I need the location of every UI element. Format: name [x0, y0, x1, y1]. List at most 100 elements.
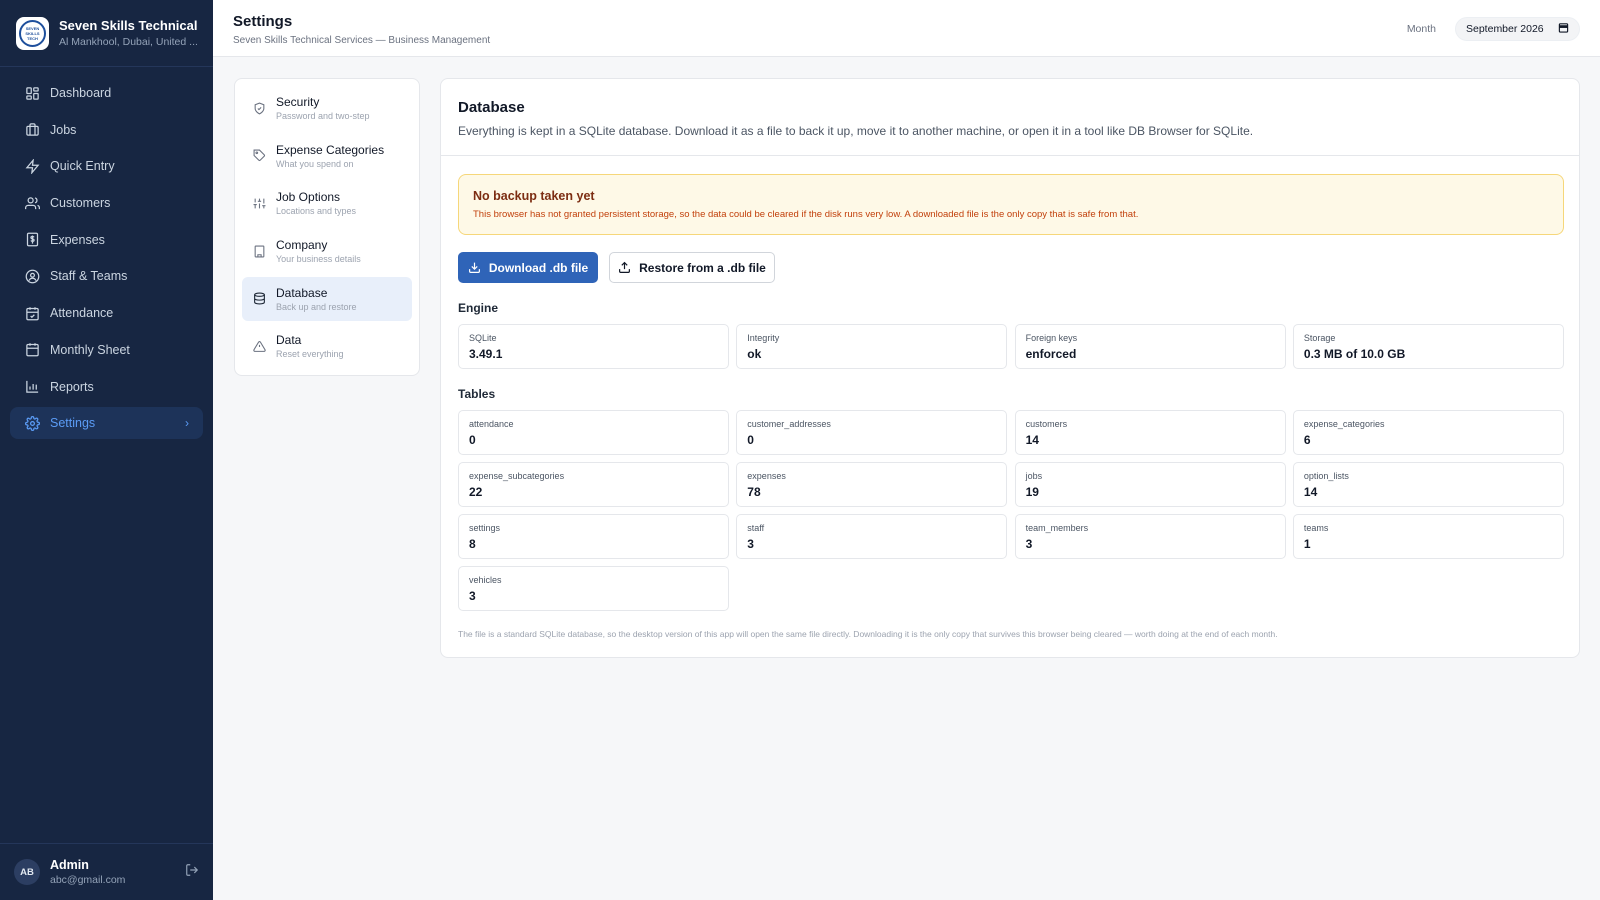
company-logo: SEVEN SKILLS TECH	[16, 16, 49, 50]
stat-value: 19	[1025, 485, 1039, 499]
settings-item-title: Company	[276, 238, 328, 253]
company-name: Seven Skills Technical ...	[59, 18, 197, 33]
logo-seal: SEVEN SKILLS TECH	[19, 19, 46, 47]
nav-item-reports[interactable]: Reports	[10, 371, 203, 403]
nav-item-jobs[interactable]: Jobs	[10, 114, 203, 146]
stat-label: Storage	[1303, 333, 1336, 343]
stat-label: SQLite	[469, 333, 497, 343]
stat-label: team_members	[1025, 523, 1089, 533]
bar-chart-icon	[24, 379, 40, 395]
nav-label: Jobs	[50, 122, 77, 137]
page-title: Settings	[233, 13, 293, 30]
chevron-right-icon: ›	[185, 416, 189, 431]
settings-item-data[interactable]: Data Reset everything	[242, 324, 412, 368]
main-nav: Dashboard Jobs Quick Entry Customers Exp…	[0, 67, 213, 440]
stat-value: 0	[747, 433, 754, 447]
nav-item-customers[interactable]: Customers	[10, 187, 203, 219]
top-header: Settings Seven Skills Technical Services…	[213, 0, 1600, 57]
stat-value: 3	[469, 589, 476, 603]
logout-icon[interactable]	[185, 863, 199, 882]
nav-item-attendance[interactable]: Attendance	[10, 297, 203, 329]
database-panel: Database Everything is kept in a SQLite …	[440, 78, 1580, 658]
briefcase-icon	[24, 122, 40, 138]
alert-title: No backup taken yet	[473, 189, 595, 203]
stat-label: settings	[469, 523, 501, 533]
brand: SEVEN SKILLS TECH Seven Skills Technical .…	[0, 0, 213, 67]
download-db-button[interactable]: Download .db file	[458, 252, 598, 283]
receipt-icon	[24, 232, 40, 248]
stat-value: 3	[1025, 537, 1033, 551]
restore-label: Restore from a .db file	[639, 260, 766, 275]
tables-heading: Tables	[458, 387, 496, 401]
settings-menu: Security Password and two-step Expense C…	[234, 78, 420, 376]
shield-icon	[252, 101, 266, 115]
stat-value: 3	[747, 537, 754, 551]
download-label: Download .db file	[488, 260, 589, 275]
nav-item-quick-entry[interactable]: Quick Entry	[10, 150, 203, 182]
stat-value: 1	[1303, 537, 1311, 551]
database-footnote: The file is a standard SQLite database, …	[458, 629, 1278, 639]
settings-item-desc: Password and two-step	[276, 111, 370, 121]
settings-item-desc: Locations and types	[276, 206, 357, 217]
database-title: Database	[458, 99, 525, 116]
settings-item-title: Job Options	[276, 190, 341, 205]
month-value: September 2026	[1466, 23, 1544, 35]
restore-db-button[interactable]: Restore from a .db file	[609, 252, 775, 283]
stat-value: 3.49.1	[469, 347, 503, 361]
month-picker[interactable]: September 2026	[1455, 17, 1580, 41]
settings-item-expense-categories[interactable]: Expense Categories What you spend on	[242, 134, 412, 178]
calendar-check-icon	[24, 305, 40, 321]
dashboard-icon	[24, 85, 40, 101]
engine-stat: SQLite 3.49.1	[458, 324, 729, 369]
staff-icon	[24, 268, 40, 284]
nav-label: Quick Entry	[50, 159, 115, 174]
stat-label: expense_categories	[1303, 419, 1385, 429]
settings-item-database[interactable]: Database Back up and restore	[242, 276, 412, 321]
stat-value: enforced	[1025, 347, 1077, 361]
stat-value: ok	[747, 347, 762, 361]
settings-item-desc: Your business details	[276, 254, 361, 265]
nav-label: Settings	[50, 416, 96, 431]
settings-item-title: Expense Categories	[276, 142, 385, 157]
sidebar: SEVEN SKILLS TECH Seven Skills Technical .…	[0, 0, 213, 900]
user-name: Admin	[50, 858, 89, 872]
calendar-icon	[24, 342, 40, 358]
sliders-icon	[252, 196, 266, 210]
nav-item-settings[interactable]: Settings ›	[10, 407, 203, 440]
stat-value: 78	[747, 485, 761, 499]
stat-label: expenses	[747, 471, 786, 481]
engine-stat: Foreign keys enforced	[1014, 324, 1286, 369]
nav-item-expenses[interactable]: Expenses	[10, 224, 203, 256]
stat-label: customers	[1025, 419, 1068, 429]
nav-item-staff-teams[interactable]: Staff & Teams	[10, 260, 203, 292]
table-stat: expense_categories 6	[1292, 410, 1564, 455]
gear-icon	[24, 415, 40, 431]
avatar[interactable]: AB	[14, 859, 40, 885]
table-stat: jobs 19	[1014, 462, 1286, 507]
nav-item-monthly-sheet[interactable]: Monthly Sheet	[10, 334, 203, 366]
download-icon	[468, 261, 481, 274]
nav-label: Customers	[50, 196, 111, 211]
month-label: Month	[1406, 23, 1436, 35]
engine-stat: Storage 0.3 MB of 10.0 GB	[1292, 324, 1564, 369]
calendar-icon[interactable]	[1558, 22, 1569, 36]
nav-label: Expenses	[50, 232, 105, 247]
settings-item-title: Security	[276, 95, 320, 109]
nav-label: Staff & Teams	[50, 269, 128, 284]
user-panel: AB Admin abc@gmail.com	[0, 843, 213, 900]
settings-item-job-options[interactable]: Job Options Locations and types	[242, 181, 412, 225]
users-icon	[24, 195, 40, 211]
nav-label: Attendance	[50, 306, 114, 321]
stat-value: 14	[1025, 433, 1039, 447]
settings-item-title: Database	[276, 285, 328, 300]
engine-heading: Engine	[458, 301, 499, 315]
settings-item-title: Data	[276, 333, 302, 348]
engine-grid: SQLite 3.49.1 Integrity ok Foreign keys …	[458, 324, 1564, 369]
stat-label: attendance	[469, 419, 514, 429]
stat-label: teams	[1303, 523, 1329, 533]
nav-item-dashboard[interactable]: Dashboard	[10, 77, 203, 109]
settings-item-company[interactable]: Company Your business details	[242, 229, 412, 273]
settings-item-security[interactable]: Security Password and two-step	[242, 86, 412, 130]
stat-label: jobs	[1025, 471, 1043, 481]
tables-grid: attendance 0 customer_addresses 0 customer…	[458, 410, 1564, 611]
